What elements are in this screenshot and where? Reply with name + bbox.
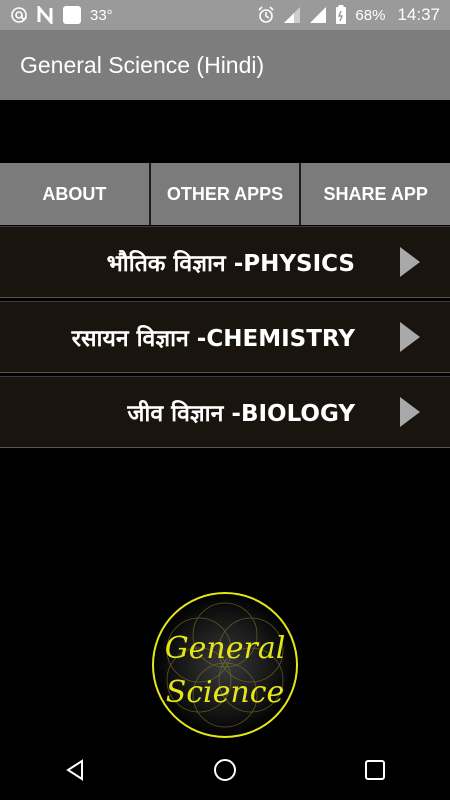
menu-item-label: रसायन विज्ञान -CHEMISTRY bbox=[71, 326, 355, 352]
battery-percent: 68% bbox=[355, 6, 386, 24]
menu-item-chemistry[interactable]: रसायन विज्ञान -CHEMISTRY bbox=[0, 301, 450, 373]
home-circle-icon bbox=[214, 759, 236, 781]
home-button[interactable] bbox=[205, 750, 245, 790]
back-button[interactable] bbox=[55, 750, 95, 790]
menu-item-label: भौतिक विज्ञान -PHYSICS bbox=[106, 251, 355, 277]
chevron-right-icon bbox=[400, 322, 420, 352]
status-bar: 33° 68% 14:37 bbox=[0, 0, 450, 30]
chevron-right-icon bbox=[400, 397, 420, 427]
alarm-icon bbox=[257, 6, 275, 24]
general-science-logo: General Science bbox=[150, 590, 300, 740]
logo-text-line2: Science bbox=[166, 675, 285, 710]
battery-icon bbox=[335, 5, 347, 25]
at-sign-icon bbox=[10, 6, 28, 24]
menu-item-physics[interactable]: भौतिक विज्ञान -PHYSICS bbox=[0, 226, 450, 298]
about-button[interactable]: ABOUT bbox=[0, 163, 151, 225]
share-app-button[interactable]: SHARE APP bbox=[301, 163, 450, 225]
top-button-row: ABOUT OTHER APPS SHARE APP bbox=[0, 163, 450, 225]
n-notification-icon bbox=[36, 6, 54, 24]
app-bar: General Science (Hindi) bbox=[0, 30, 450, 100]
temperature-text: 33° bbox=[90, 6, 113, 24]
other-apps-button[interactable]: OTHER APPS bbox=[150, 163, 302, 225]
app-title: General Science (Hindi) bbox=[20, 51, 265, 78]
back-triangle-icon bbox=[66, 759, 83, 781]
recents-button[interactable] bbox=[355, 750, 395, 790]
subject-menu: भौतिक विज्ञान -PHYSICS रसायन विज्ञान -CH… bbox=[0, 226, 450, 451]
white-square-icon bbox=[62, 5, 82, 25]
clock: 14:37 bbox=[397, 5, 440, 24]
chevron-right-icon bbox=[400, 247, 420, 277]
recents-square-icon bbox=[365, 760, 385, 780]
wifi-icon bbox=[309, 6, 327, 24]
menu-item-label: जीव विज्ञान -BIOLOGY bbox=[127, 401, 355, 427]
signal-icon bbox=[283, 6, 301, 24]
menu-item-biology[interactable]: जीव विज्ञान -BIOLOGY bbox=[0, 376, 450, 448]
logo-text-line1: General bbox=[165, 631, 286, 666]
navigation-bar bbox=[0, 740, 450, 800]
